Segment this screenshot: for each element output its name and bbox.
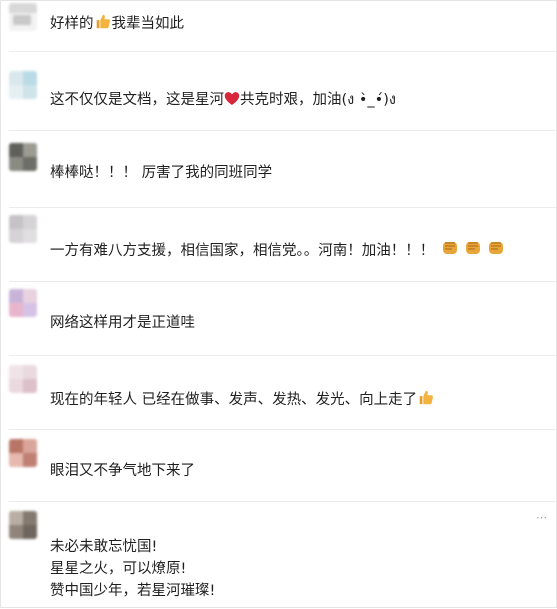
more-options-icon[interactable]: ⋯ <box>536 511 548 524</box>
avatar[interactable] <box>9 3 37 31</box>
divider <box>9 355 556 356</box>
divider <box>9 207 556 208</box>
comment-text: 眼泪又不争气地下来了 <box>50 463 195 479</box>
avatar[interactable] <box>9 143 37 171</box>
avatar[interactable] <box>9 289 37 317</box>
avatar[interactable] <box>9 439 37 467</box>
comment-item: 棒棒哒！！！ 厉害了我的同班同学 <box>1 135 557 207</box>
comment-item: 网络这样用才是正道哇 <box>1 283 557 355</box>
avatar[interactable] <box>9 71 37 99</box>
fist-icon <box>443 242 458 254</box>
comment-text: 好样的 我辈当如此 <box>50 12 184 35</box>
comment-text: 这不仅仅是文档，这是星河 共克时艰，加油(ง •̀_•́)ง <box>50 89 396 111</box>
divider <box>9 429 556 430</box>
comment-text-part: 一方有难八方支援，相信国家，相信党。。河南！加油！！！ <box>50 243 435 259</box>
comment-item: 现在的年轻人 已经在做事、发声、发热、发光、向上走了 <box>1 357 557 431</box>
comment-text-line: 星星之火，可以燎原! <box>50 561 187 577</box>
divider <box>9 281 556 282</box>
fist-icon <box>489 242 504 254</box>
comment-text-part: 现在的年轻人 已经在做事、发声、发热、发光、向上走了 <box>50 392 418 408</box>
comment-text-part: 共克时艰，加油(ง •̀_•́)ง <box>240 92 396 108</box>
fist-icon <box>466 242 481 254</box>
comment-text: 现在的年轻人 已经在做事、发声、发热、发光、向上走了 <box>50 388 435 411</box>
comment-item: 眼泪又不争气地下来了 <box>1 431 557 501</box>
comment-text: 网络这样用才是正道哇 <box>50 315 195 331</box>
divider <box>9 130 556 131</box>
thumbs-up-icon <box>96 14 110 29</box>
avatar[interactable] <box>9 365 37 393</box>
divider <box>9 501 556 502</box>
comment-list: 好样的 我辈当如此 这不仅仅是文档，这是星河 共克时艰，加油(ง •̀_•́)ง 棒… <box>0 0 557 608</box>
comment-item: ⋯ 未必未敢忘忧国! 星星之火，可以燎原! 赞中国少年，若星河璀璨! <box>1 503 557 609</box>
comment-text: 一方有难八方支援，相信国家，相信党。。河南！加油！！！ <box>50 237 506 262</box>
comment-text: 棒棒哒！！！ 厉害了我的同班同学 <box>50 165 273 181</box>
heart-icon <box>224 92 240 105</box>
divider <box>9 51 556 52</box>
comment-text-part: 这不仅仅是文档，这是星河 <box>50 92 224 108</box>
comment-text-line: 赞中国少年，若星河璀璨! <box>50 583 216 599</box>
comment-item: 这不仅仅是文档，这是星河 共克时艰，加油(ง •̀_•́)ง <box>1 65 557 135</box>
comment-item: 一方有难八方支援，相信国家，相信党。。河南！加油！！！ <box>1 209 557 281</box>
avatar[interactable] <box>9 511 37 539</box>
avatar[interactable] <box>9 215 37 243</box>
comment-text-part: 我辈当如此 <box>111 16 185 32</box>
comment-text-line: 未必未敢忘忧国! <box>50 539 158 555</box>
comment-item: 好样的 我辈当如此 <box>1 1 557 45</box>
thumbs-up-icon <box>419 390 434 405</box>
comment-text-part: 好样的 <box>50 16 94 32</box>
